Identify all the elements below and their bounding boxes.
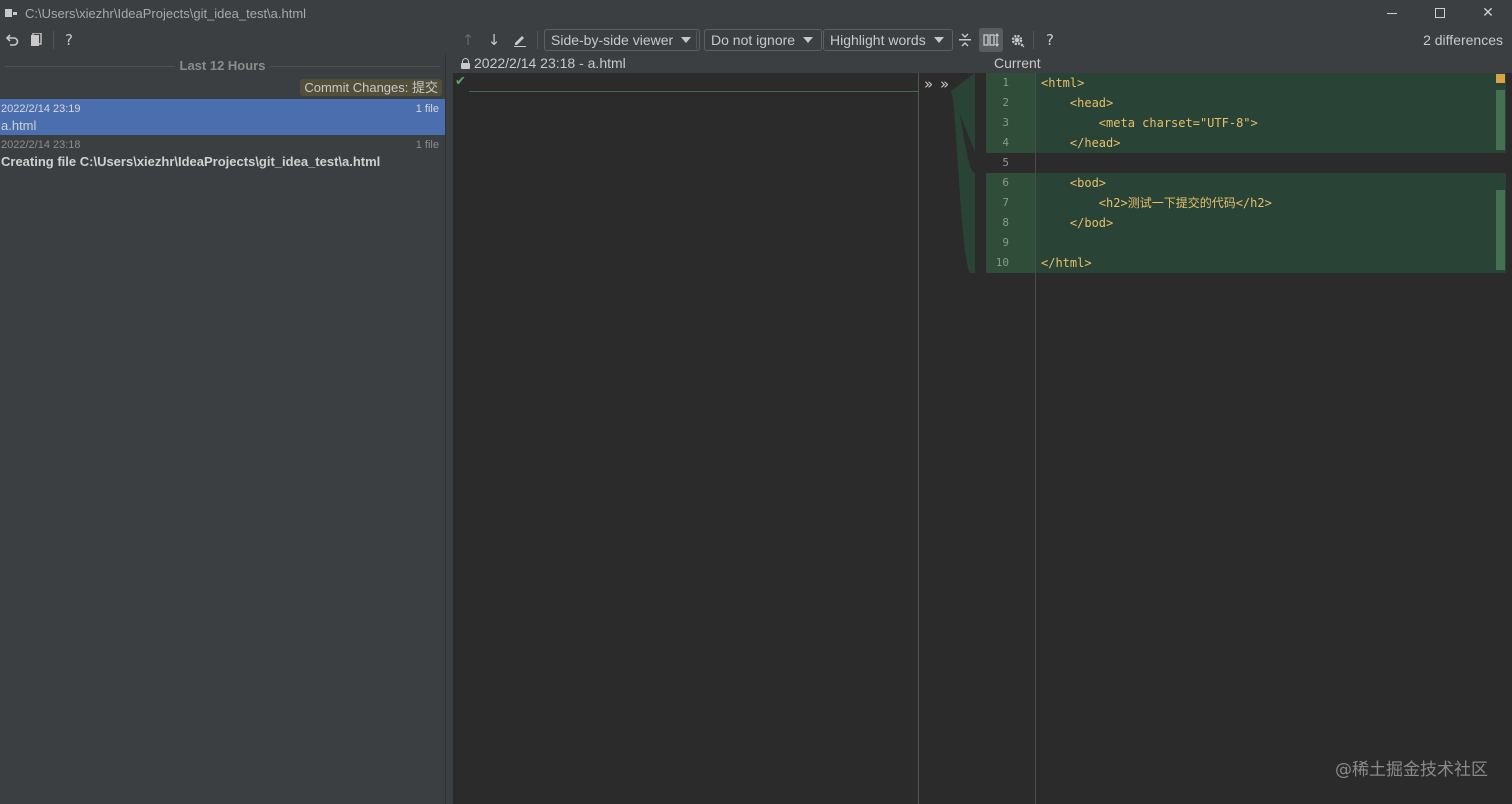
apply-change-icon[interactable]: » [924,75,933,93]
change-stripe [1496,190,1505,270]
highlight-mode-label: Highlight words [830,32,926,48]
line-number: 3 [1002,116,1009,129]
title-bar: C:\Users\xiezhr\IdeaProjects\git_idea_te… [0,0,1512,26]
toolbar-separator [537,31,538,49]
left-pane-title-text: 2022/2/14 23:18 - a.html [474,55,626,71]
edit-source-button[interactable] [508,28,532,52]
synchronize-scrolling-button[interactable] [979,28,1003,52]
code-line: <html> [1041,76,1085,90]
code-line: </html> [1041,256,1092,270]
close-icon: ✕ [1482,5,1494,21]
revision-date: 2022/2/14 23:19 [1,103,81,115]
local-history-panel: Last 12 Hours Commit Changes: 提交 2022/2/… [0,54,445,804]
ignore-whitespace-dropdown[interactable]: Do not ignore [704,29,823,51]
gear-icon [1011,34,1024,47]
window-controls: ✕ [1368,0,1512,26]
arrow-undo-icon [5,34,19,46]
watermark: @稀土掘金技术社区 [1335,760,1488,780]
revision-file-count: 1 file [415,139,439,151]
differences-count: 2 differences [1423,32,1503,48]
revision-message: a.html [1,118,37,133]
toolbar-separator [1033,31,1034,49]
app-icon [5,7,17,19]
line-number: 5 [1002,156,1009,169]
insertion-marker [469,91,919,92]
commit-label-badge: Commit Changes: 提交 [300,79,442,96]
line-number: 4 [1002,136,1009,149]
revision-item-1[interactable]: 2022/2/14 23:19 1 file a.html [0,99,445,135]
right-editor[interactable]: <html> <head> <meta charset="UTF-8"> </h… [1035,73,1512,804]
left-editor[interactable]: ✔ [453,73,919,804]
apply-change-icon[interactable]: » [940,75,949,93]
maximize-button[interactable] [1416,0,1464,26]
arrow-down-icon: ↓ [487,31,501,49]
line-number: 8 [1002,216,1009,229]
code-line: <meta charset="UTF-8"> [1041,116,1258,130]
revert-button[interactable] [0,28,24,52]
help-button-2[interactable]: ? [1038,28,1062,52]
line-number: 6 [1002,176,1009,189]
code-line: </head> [1041,136,1121,150]
line-number: 9 [1002,236,1009,249]
changed-block-gutter [986,173,1036,273]
chevron-down-icon [681,37,692,43]
revision-item-2[interactable]: 2022/2/14 23:18 1 file Creating file C:\… [0,135,445,171]
group-title: Last 12 Hours [0,58,445,73]
highlight-mode-dropdown[interactable]: Highlight words [823,29,953,51]
code-line: <head> [1041,96,1114,110]
chevron-down-icon [803,37,814,43]
ignore-whitespace-label: Do not ignore [711,32,796,48]
diff-header: 2022/2/14 23:18 - a.html Current [453,54,1512,73]
revision-file-count: 1 file [415,103,439,115]
line-number: 2 [1002,96,1009,109]
code-line: <bod> [1041,176,1107,190]
lock-icon [461,57,470,69]
viewer-mode-dropdown[interactable]: Side-by-side viewer [544,29,701,51]
revision-message: Creating file C:\Users\xiezhr\IdeaProjec… [1,154,381,169]
toolbar-separator [53,31,54,49]
pencil-icon [514,36,526,47]
diff-viewer: 2022/2/14 23:18 - a.html Current ✔ » » 1… [453,54,1512,804]
show-history-button[interactable] [24,28,48,52]
panel-splitter[interactable] [445,54,453,804]
change-stripe [1496,90,1505,150]
revision-date: 2022/2/14 23:18 [1,139,81,151]
maximize-icon [1435,8,1445,18]
left-pane-title: 2022/2/14 23:18 - a.html [461,55,626,71]
toolbar-separator [696,31,697,49]
arrow-up-icon: ↑ [461,31,475,49]
collapse-unchanged-icon [959,33,971,47]
help-button[interactable]: ? [57,28,81,52]
line-number: 1 [1002,76,1009,89]
next-difference-button[interactable]: ↓ [482,28,506,52]
previous-difference-button[interactable]: ↑ [456,28,480,52]
code-line: <h2>测试一下提交的代码</h2> [1041,196,1272,210]
right-pane-title: Current [994,55,1041,71]
code-line: </bod> [1041,216,1114,230]
minimize-button[interactable] [1368,0,1416,26]
collapse-unchanged-button[interactable] [953,28,977,52]
changed-block-gutter [986,73,1036,153]
help-icon: ? [1046,31,1054,49]
close-button[interactable]: ✕ [1464,0,1512,26]
viewer-mode-label: Side-by-side viewer [551,32,674,48]
checkmark-icon: ✔ [455,74,466,89]
toolbar: ? ↑ ↓ Side-by-side viewer Do not ignore … [0,26,1512,54]
line-number: 7 [1002,196,1009,209]
document-icon [31,33,42,46]
line-number-gutter: 1 2 3 4 5 6 7 8 9 10 [974,73,1036,804]
line-number: 10 [995,256,1009,269]
minimize-icon [1387,12,1397,14]
chevron-down-icon [933,37,944,43]
error-stripe-marker[interactable] [1496,74,1505,83]
window-title: C:\Users\xiezhr\IdeaProjects\git_idea_te… [25,5,307,21]
settings-button[interactable] [1005,28,1029,52]
sync-scroll-icon [983,33,999,47]
help-icon: ? [65,31,73,49]
